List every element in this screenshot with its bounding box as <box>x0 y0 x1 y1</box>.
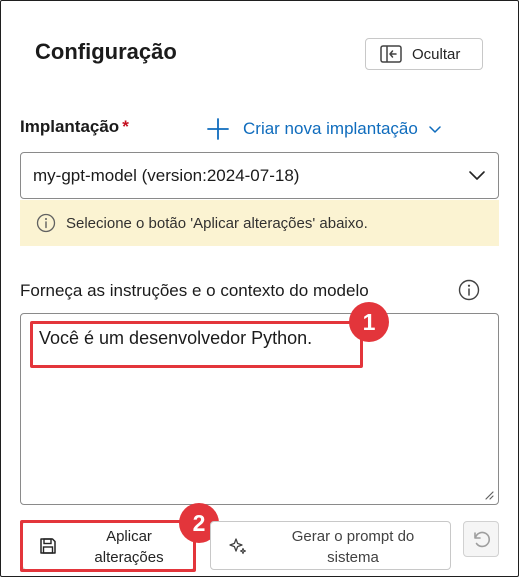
generate-label-line1: Gerar o prompt do <box>291 528 415 545</box>
notice-message: Selecione o botão 'Aplicar alterações' a… <box>66 214 368 232</box>
reset-button[interactable] <box>463 521 499 557</box>
step-badge-1: 1 <box>349 302 389 342</box>
undo-icon <box>474 531 490 548</box>
hide-button-label: Ocultar <box>412 45 461 63</box>
deployment-select[interactable]: my-gpt-model (version:2024-07-18) <box>20 152 499 199</box>
info-icon[interactable] <box>458 279 480 301</box>
deployment-label-text: Implantação <box>20 117 120 136</box>
instructions-label: Forneça as instruções e o contexto do mo… <box>20 281 369 300</box>
create-deployment-label: Criar nova implantação <box>243 119 418 138</box>
required-mark: * <box>122 117 129 136</box>
plus-icon <box>207 118 229 140</box>
deployment-selected-value: my-gpt-model (version:2024-07-18) <box>33 166 300 185</box>
resize-handle-icon[interactable] <box>484 490 494 500</box>
panel-title: Configuração <box>35 39 177 64</box>
generate-label-line2: sistema <box>327 549 379 566</box>
info-icon <box>36 213 56 233</box>
hide-button[interactable]: Ocultar <box>365 38 483 70</box>
highlight-box-step-1 <box>30 321 363 368</box>
create-deployment-link[interactable]: Criar nova implantação <box>206 117 442 141</box>
highlight-box-step-2 <box>20 520 196 572</box>
apply-changes-notice: Selecione o botão 'Aplicar alterações' a… <box>20 200 499 246</box>
collapse-panel-icon <box>380 45 402 63</box>
deployment-label: Implantação * <box>20 117 129 137</box>
configuration-panel: Configuração Ocultar Implantação * Criar … <box>0 0 519 577</box>
sparkle-icon <box>229 538 247 555</box>
chevron-down-icon <box>469 171 485 180</box>
generate-system-prompt-button[interactable]: Gerar o prompt do sistema <box>210 521 451 570</box>
chevron-down-icon <box>429 126 441 133</box>
generate-system-prompt-label: Gerar o prompt do sistema <box>263 526 443 568</box>
